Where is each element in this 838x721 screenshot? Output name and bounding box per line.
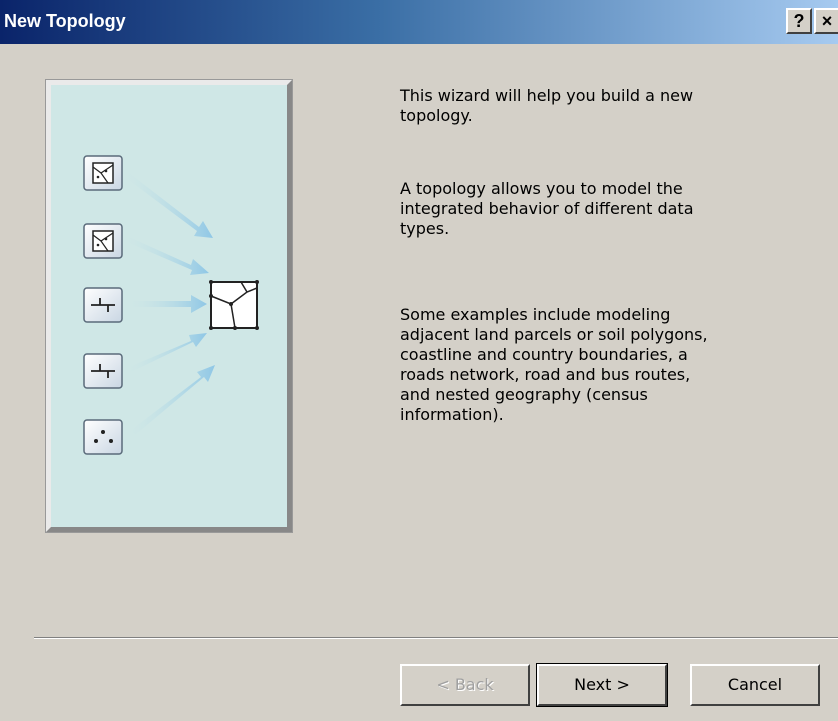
intro-text: This wizard will help you build a new to… (400, 86, 694, 125)
arrows (126, 173, 215, 435)
new-topology-dialog: New Topology ? × This wizard will help y… (0, 0, 838, 721)
points-icon (83, 419, 123, 455)
polygon-icon (83, 223, 123, 259)
wizard-illustration (45, 79, 293, 533)
arrow-4 (129, 333, 207, 372)
topology-icon (209, 280, 259, 330)
help-button[interactable]: ? (786, 8, 812, 34)
back-button[interactable]: < Back (400, 664, 530, 706)
arrow-3 (131, 295, 207, 313)
next-button[interactable]: Next > (536, 663, 668, 707)
close-button[interactable]: × (814, 8, 838, 34)
polygon-icon (83, 155, 123, 191)
cancel-button[interactable]: Cancel (690, 664, 820, 706)
arrow-1 (126, 173, 213, 238)
arrow-5 (131, 365, 215, 435)
line-icon (83, 287, 123, 323)
window-title: New Topology (4, 11, 126, 31)
illustration-graphic (83, 155, 259, 455)
examples-text: Some examples include modeling adjacent … (400, 305, 708, 424)
button-separator (34, 637, 838, 639)
line-icon (83, 353, 123, 389)
description-text: A topology allows you to model the integ… (400, 179, 694, 238)
title-bar[interactable]: New Topology ? × (0, 0, 838, 44)
arrow-2 (127, 237, 209, 275)
